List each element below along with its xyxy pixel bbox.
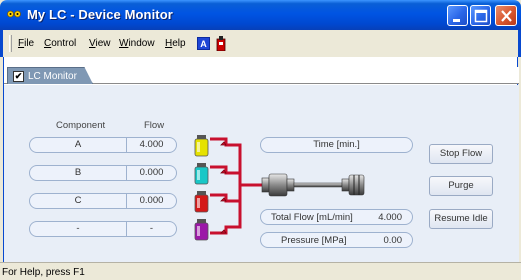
font-icon[interactable]: A bbox=[197, 37, 210, 50]
flow-a-field: 4.000 bbox=[127, 137, 177, 153]
minimize-icon bbox=[453, 19, 460, 22]
pressure-label: Pressure [MPa] bbox=[281, 235, 347, 246]
component-d-field: - bbox=[29, 221, 127, 237]
pressure-value: 0.00 bbox=[383, 235, 403, 246]
status-text: For Help, press F1 bbox=[2, 267, 85, 278]
menu-control[interactable]: Control bbox=[44, 38, 76, 49]
maximize-button[interactable] bbox=[470, 5, 491, 26]
time-field: Time [min.] bbox=[260, 137, 413, 153]
resume-idle-button[interactable]: Resume Idle bbox=[429, 209, 493, 229]
flow-d-field: - bbox=[127, 221, 177, 237]
pressure-field: Pressure [MPa] 0.00 bbox=[260, 232, 413, 248]
purge-button[interactable]: Purge bbox=[429, 176, 493, 196]
menu-window[interactable]: Window bbox=[119, 38, 155, 49]
menu-grip[interactable] bbox=[9, 35, 12, 52]
flow-c-field: 0.000 bbox=[127, 193, 177, 209]
tab-lc-monitor[interactable]: ✔ LC Monitor bbox=[7, 67, 93, 84]
app-icon bbox=[7, 10, 21, 18]
total-flow-value: 4.000 bbox=[378, 212, 402, 223]
tab-strip: ✔ LC Monitor bbox=[4, 67, 519, 84]
client-area: ✔ LC Monitor Component Flow A 4.000 B 0.… bbox=[3, 57, 519, 280]
status-bar: For Help, press F1 bbox=[0, 262, 521, 280]
component-c-field: C bbox=[29, 193, 127, 209]
close-icon bbox=[501, 10, 512, 22]
device-icon[interactable] bbox=[216, 36, 226, 51]
minimize-button[interactable] bbox=[447, 5, 468, 26]
component-b-field: B bbox=[29, 165, 127, 181]
title-bar: My LC - Device Monitor bbox=[0, 0, 521, 30]
stop-flow-button[interactable]: Stop Flow bbox=[429, 144, 493, 164]
flow-header: Flow bbox=[144, 120, 165, 131]
window-title: My LC - Device Monitor bbox=[27, 7, 173, 22]
close-button[interactable] bbox=[495, 5, 517, 26]
total-flow-field: Total Flow [mL/min] 4.000 bbox=[260, 209, 413, 225]
menu-bar: File Control View Window Help A bbox=[0, 30, 521, 57]
menu-file[interactable]: File bbox=[18, 38, 34, 49]
tab-label: LC Monitor bbox=[28, 71, 77, 82]
maximize-icon bbox=[474, 9, 488, 23]
component-a-field: A bbox=[29, 137, 127, 153]
menu-help[interactable]: Help bbox=[165, 38, 186, 49]
total-flow-label: Total Flow [mL/min] bbox=[271, 212, 353, 223]
menu-view[interactable]: View bbox=[89, 38, 111, 49]
flow-b-field: 0.000 bbox=[127, 165, 177, 181]
component-header: Component bbox=[56, 120, 106, 131]
tab-checkbox[interactable]: ✔ bbox=[13, 71, 24, 82]
